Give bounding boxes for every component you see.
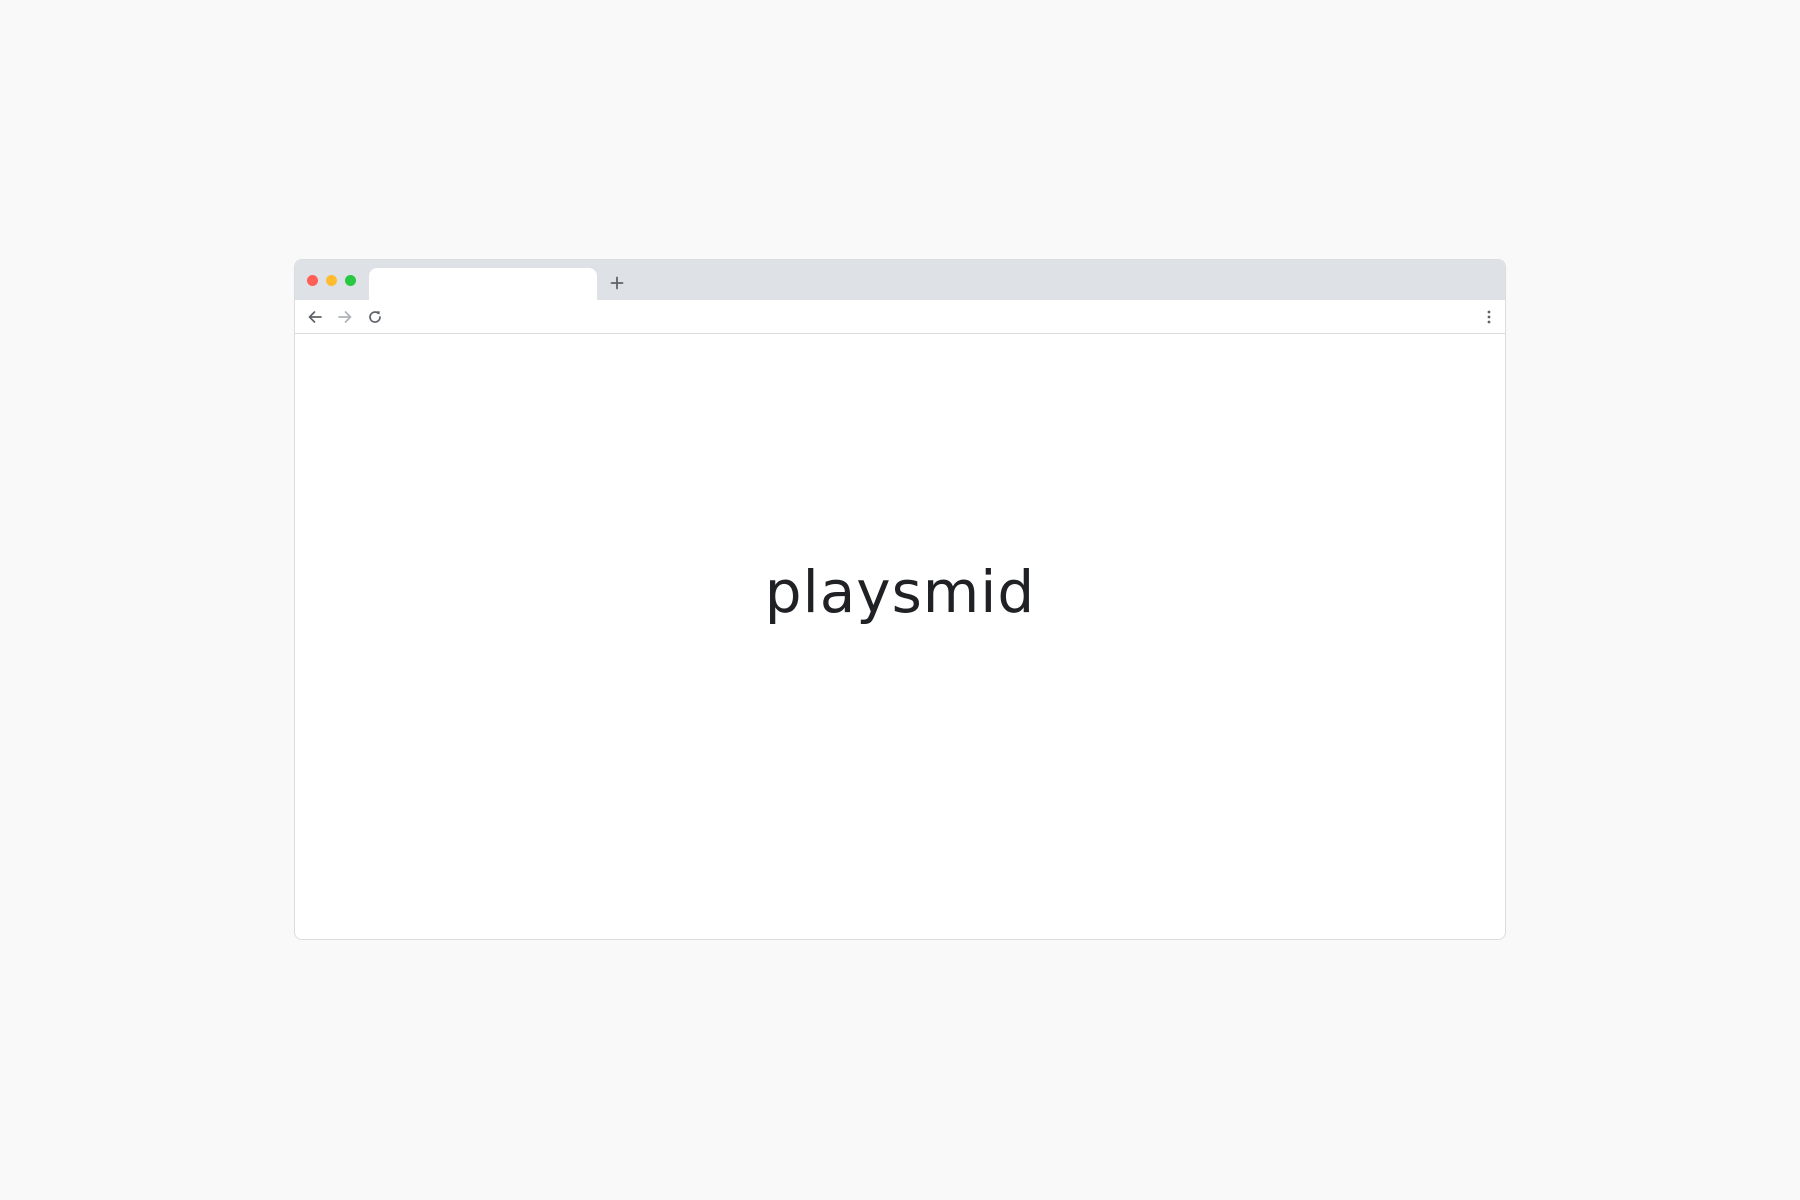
browser-window: playsmid [294,259,1506,940]
reload-icon [369,311,381,323]
back-button[interactable] [305,307,325,327]
arrow-left-icon [308,311,322,323]
toolbar [295,300,1505,334]
tab-strip [295,260,1505,300]
brand-wordmark: playsmid [764,558,1036,626]
close-window-button[interactable] [307,275,318,286]
forward-button[interactable] [335,307,355,327]
active-tab[interactable] [369,268,597,300]
plus-icon [610,276,624,290]
new-tab-button[interactable] [606,272,628,294]
minimize-window-button[interactable] [326,275,337,286]
maximize-window-button[interactable] [345,275,356,286]
reload-button[interactable] [365,307,385,327]
arrow-right-icon [338,311,352,323]
browser-menu-button[interactable] [1479,307,1499,327]
vertical-dots-icon [1487,310,1491,324]
page-viewport: playsmid [295,334,1505,939]
